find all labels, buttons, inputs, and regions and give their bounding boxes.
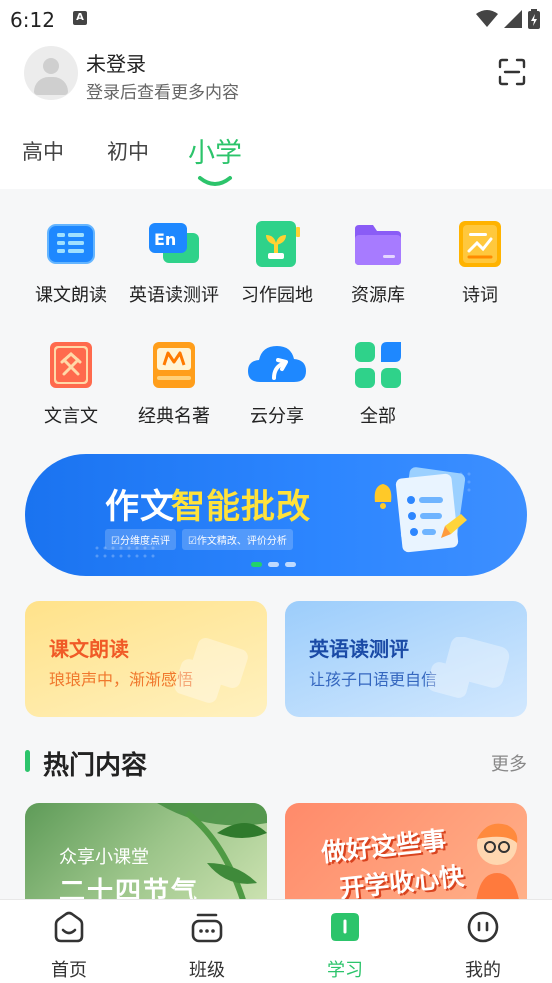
grade-tabs: 高中 初中 小学 — [22, 130, 532, 190]
hot-item-back-to-school[interactable]: 做好这些事 开学收心快 — [285, 803, 527, 899]
banner-title: 作文 — [105, 487, 175, 527]
avatar-body-icon — [34, 77, 68, 95]
nav-mine[interactable]: 我的 — [443, 910, 523, 982]
banner-tags: ☑分维度点评 ☑作文精改、评价分析 — [105, 529, 293, 550]
folder-icon — [353, 219, 403, 269]
card-subtitle: 让孩子口语更自信 — [309, 670, 438, 689]
signal-icon — [504, 10, 522, 28]
pager-dot[interactable] — [285, 562, 296, 567]
user-name[interactable]: 未登录 — [86, 48, 146, 77]
status-icons — [476, 9, 540, 29]
tab-middle-school[interactable]: 初中 — [107, 136, 149, 166]
study-icon — [331, 913, 359, 941]
english-eval-icon: En — [149, 219, 199, 269]
bottom-navigation: 首页 班级 学习 我的 — [0, 899, 552, 983]
tab-primary-school[interactable]: 小学 — [188, 131, 242, 170]
nav-label: 首页 — [51, 960, 87, 981]
banner-tag: ☑分维度点评 — [105, 529, 176, 550]
hot-item-title: 二十四节气 — [59, 877, 200, 899]
card-title: 英语读测评 — [309, 637, 409, 661]
status-bar: 6:12 A — [0, 0, 552, 38]
feature-label: 全部 — [360, 406, 396, 427]
notification-badge-icon: A — [73, 11, 87, 25]
battery-icon — [528, 9, 540, 29]
card-textbook-reading[interactable]: 课文朗读 琅琅声中，渐渐感悟 — [25, 601, 267, 717]
hot-item-solar-terms[interactable]: 众享小课堂 二十四节气 — [25, 803, 267, 899]
classical-chinese-icon — [46, 340, 96, 390]
feature-label: 习作园地 — [241, 285, 313, 306]
feature-resource-library[interactable]: 资源库 — [323, 219, 433, 307]
card-english-eval[interactable]: 英语读测评 让孩子口语更自信 — [285, 601, 527, 717]
feature-textbook-reading[interactable]: 课文朗读 — [16, 219, 126, 307]
feature-label: 经典名著 — [138, 406, 210, 427]
status-time: 6:12 — [10, 8, 55, 32]
section-title: 热门内容 — [43, 751, 148, 781]
document-pencil-illustration-icon — [374, 467, 471, 553]
promo-banner[interactable]: 作文 智能批改 ☑分维度点评 ☑作文精改、评价分析 — [25, 454, 527, 576]
feature-label: 诗词 — [462, 285, 498, 306]
banner-title-highlight: 智能批改 — [171, 487, 311, 527]
chat-bubble-decoration-icon — [427, 637, 510, 698]
main-content: 课文朗读 En 英语读测评 习作园地 资源库 诗词 文言文 经典名著 云分享 全… — [0, 189, 552, 899]
pager-dot[interactable] — [268, 562, 279, 567]
feature-poetry[interactable]: 诗词 — [425, 219, 535, 307]
home-icon — [54, 911, 84, 943]
profile-icon — [467, 911, 499, 943]
user-header[interactable]: 未登录 登录后查看更多内容 — [24, 44, 534, 104]
nav-label: 班级 — [189, 960, 225, 981]
feature-label: 资源库 — [351, 285, 405, 306]
avatar-head-icon — [43, 58, 59, 74]
feature-all[interactable]: 全部 — [323, 340, 433, 428]
nav-class[interactable]: 班级 — [167, 910, 247, 982]
wifi-icon — [476, 10, 498, 27]
feature-label: 文言文 — [44, 406, 98, 427]
feature-english-eval[interactable]: En 英语读测评 — [119, 219, 229, 307]
active-tab-indicator-icon — [198, 176, 232, 186]
feature-label: 课文朗读 — [35, 285, 107, 306]
section-accent-bar — [25, 750, 30, 772]
feature-classical-chinese[interactable]: 文言文 — [16, 340, 126, 428]
feature-cloud-share[interactable]: 云分享 — [222, 340, 332, 428]
user-subtitle: 登录后查看更多内容 — [86, 83, 239, 103]
svg-text:En: En — [154, 230, 176, 249]
feature-writing-garden[interactable]: 习作园地 — [222, 219, 332, 307]
classic-books-icon — [149, 340, 199, 390]
feature-classic-books[interactable]: 经典名著 — [119, 340, 229, 428]
all-apps-icon — [353, 340, 403, 390]
card-title: 课文朗读 — [49, 637, 129, 661]
textbook-reading-icon — [46, 219, 96, 269]
nav-study[interactable]: 学习 — [305, 910, 385, 982]
nav-label: 学习 — [327, 960, 363, 981]
pager-dot-active[interactable] — [251, 562, 262, 567]
banner-pager[interactable] — [251, 562, 296, 567]
class-icon — [191, 913, 223, 943]
nav-label: 我的 — [465, 960, 501, 981]
writing-garden-icon — [252, 219, 302, 269]
scan-icon[interactable] — [498, 58, 526, 86]
book-decoration-icon — [174, 638, 248, 703]
feature-label: 英语读测评 — [129, 285, 219, 306]
feature-label: 云分享 — [250, 406, 304, 427]
banner-tag: ☑作文精改、评价分析 — [181, 529, 293, 550]
cloud-share-icon — [248, 340, 306, 390]
tab-high-school[interactable]: 高中 — [22, 136, 64, 166]
avatar[interactable] — [24, 46, 78, 100]
more-link[interactable]: 更多 — [491, 750, 527, 776]
hot-item-subtitle: 众享小课堂 — [59, 847, 149, 868]
poetry-icon — [455, 219, 505, 269]
nav-home[interactable]: 首页 — [29, 910, 109, 982]
